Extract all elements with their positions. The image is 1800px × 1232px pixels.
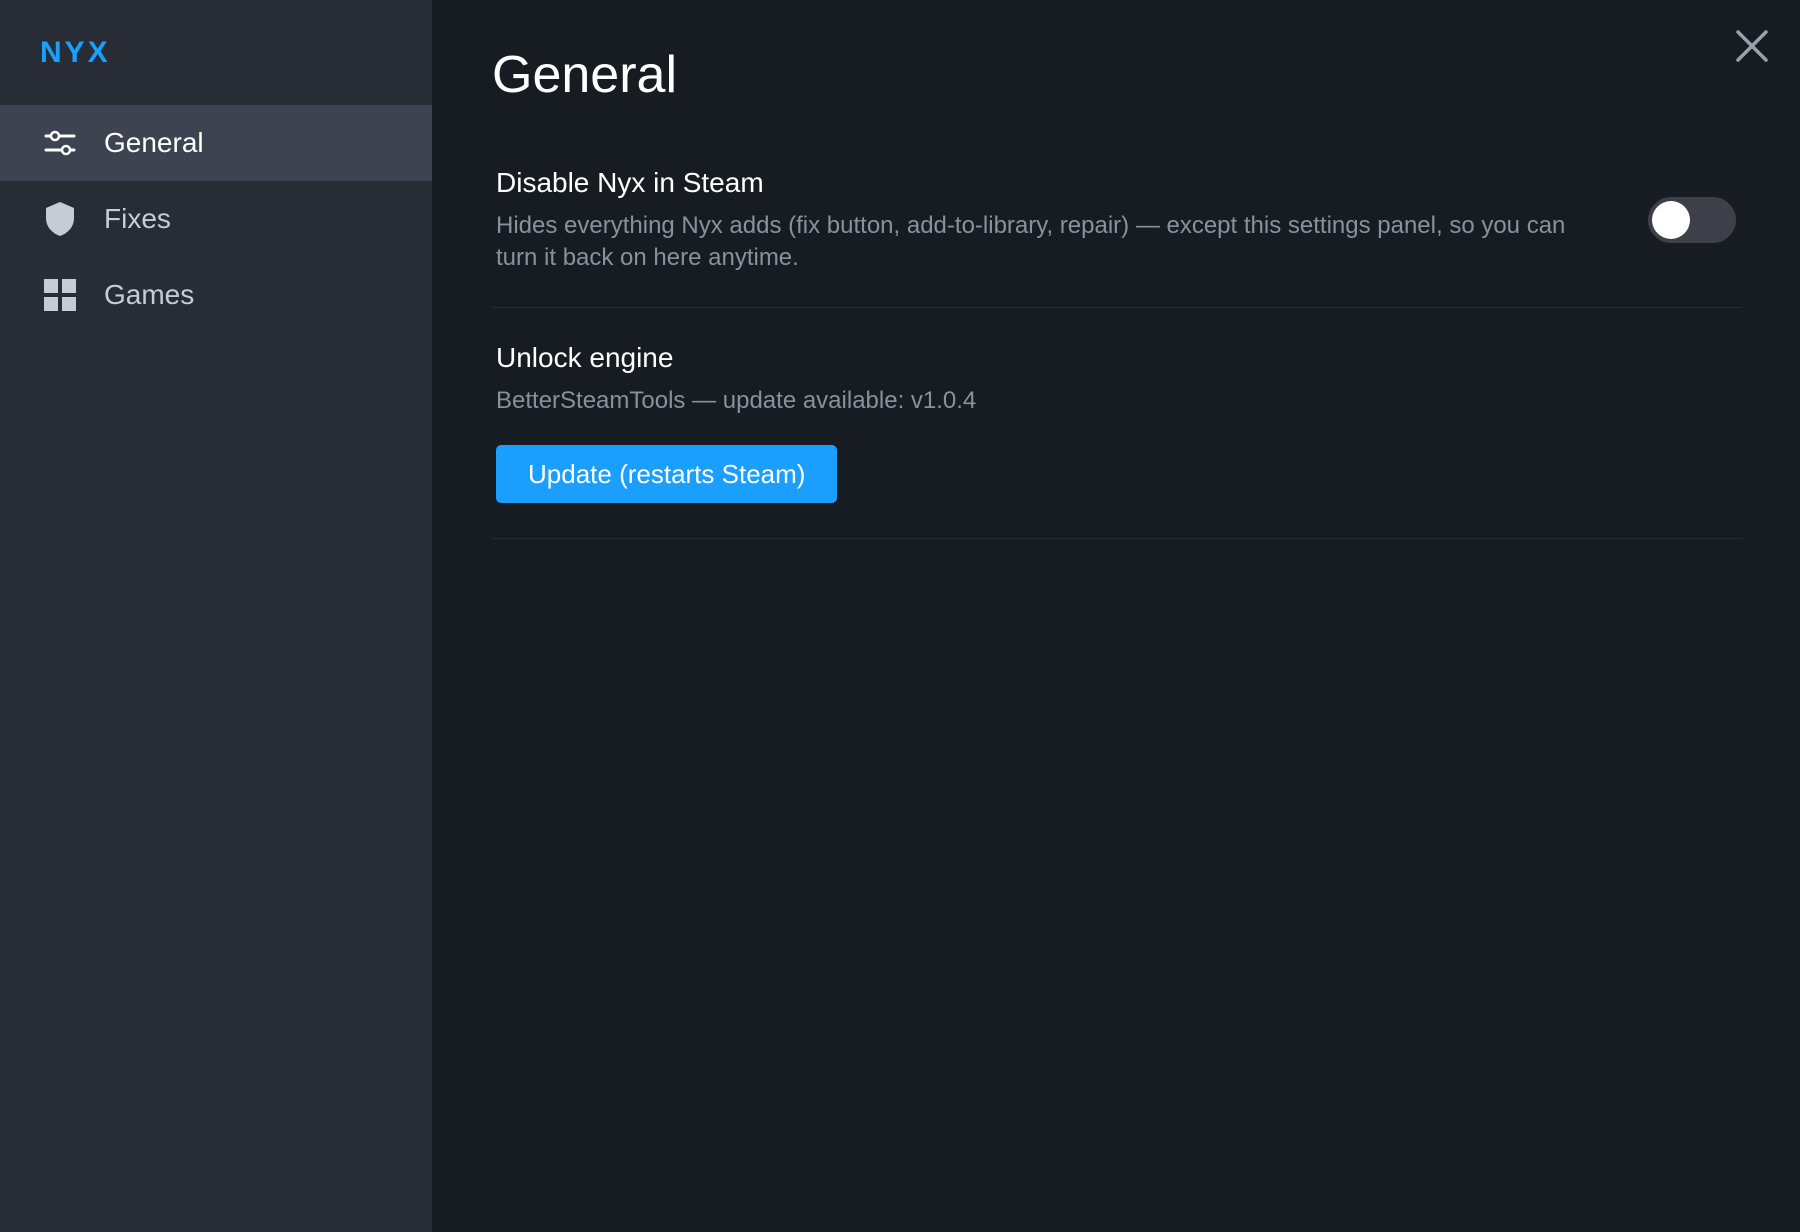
disable-nyx-toggle[interactable] xyxy=(1648,197,1736,243)
sidebar-item-label: Games xyxy=(104,279,195,310)
setting-description: BetterSteamTools — update available: v1.… xyxy=(496,387,977,414)
sliders-icon xyxy=(44,127,76,159)
toggle-knob xyxy=(1652,201,1690,239)
sidebar: NYX General Fixes Games xyxy=(0,0,432,1232)
settings-window: NYX General Fixes Games General Disable … xyxy=(0,0,1800,1232)
shield-icon xyxy=(44,202,76,236)
sidebar-item-label: General xyxy=(104,127,204,158)
setting-title: Unlock engine xyxy=(496,342,674,373)
setting-unlock-engine: Unlock engine BetterSteamTools — update … xyxy=(492,308,1742,539)
sidebar-item-fixes[interactable]: Fixes xyxy=(0,181,432,257)
main-panel: General Disable Nyx in Steam Hides every… xyxy=(432,0,1800,1232)
setting-text: Disable Nyx in Steam Hides everything Ny… xyxy=(496,166,1586,274)
sidebar-item-label: Fixes xyxy=(104,203,171,234)
sidebar-item-general[interactable]: General xyxy=(0,105,432,181)
update-button[interactable]: Update (restarts Steam) xyxy=(496,445,838,503)
setting-title: Disable Nyx in Steam xyxy=(496,167,764,198)
brand-logo: NYX xyxy=(40,35,111,69)
page-title: General xyxy=(492,46,677,104)
setting-disable-nyx: Disable Nyx in Steam Hides everything Ny… xyxy=(492,106,1742,308)
grid-icon xyxy=(44,279,76,311)
setting-description: Hides everything Nyx adds (fix button, a… xyxy=(496,212,1566,271)
close-button[interactable] xyxy=(1734,28,1770,64)
close-icon xyxy=(1736,30,1768,62)
sidebar-item-games[interactable]: Games xyxy=(0,257,432,333)
